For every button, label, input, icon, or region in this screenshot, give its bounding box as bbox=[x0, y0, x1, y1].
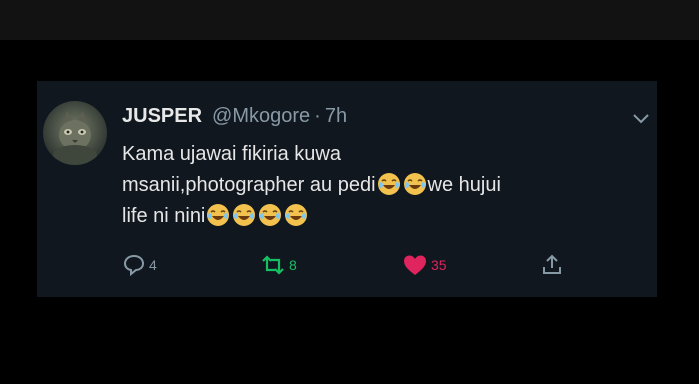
reply-count: 4 bbox=[149, 257, 157, 273]
user-handle[interactable]: @Mkogore bbox=[212, 105, 310, 128]
tweet-actions: 4 8 35 bbox=[122, 252, 562, 278]
tweet-text-line-1: Kama ujawai fikiria kuwa bbox=[122, 143, 341, 165]
laughing-emoji-icon bbox=[233, 204, 256, 226]
retweet-icon bbox=[262, 255, 284, 275]
display-name[interactable]: JUSPER bbox=[122, 105, 202, 128]
retweet-count: 8 bbox=[289, 257, 297, 273]
retweet-button[interactable]: 8 bbox=[260, 252, 297, 278]
top-bar bbox=[0, 0, 699, 40]
like-button[interactable]: 35 bbox=[402, 252, 447, 278]
tweet-card[interactable]: JUSPER @Mkogore · 7h Kama ujawai fikiria… bbox=[37, 81, 657, 297]
tweet-text-line-2-end: we hujui bbox=[427, 174, 501, 196]
chevron-down-icon[interactable] bbox=[633, 111, 649, 124]
laughing-emoji-icon bbox=[259, 204, 282, 226]
share-button[interactable] bbox=[540, 252, 564, 278]
share-icon bbox=[543, 254, 561, 274]
reply-icon bbox=[123, 254, 145, 277]
separator-dot: · bbox=[314, 105, 321, 127]
tweet-text-line-3: life ni nini bbox=[122, 201, 642, 232]
laughing-emoji-icon bbox=[403, 173, 426, 195]
laughing-emoji-icon bbox=[207, 204, 230, 226]
tweet-header: JUSPER @Mkogore · 7h bbox=[122, 105, 347, 131]
timestamp[interactable]: 7h bbox=[325, 105, 347, 128]
tweet-text: Kama ujawai fikiria kuwa msanii,photogra… bbox=[122, 139, 642, 232]
tweet-text-line-2: msanii,photographer au pedi we hujui bbox=[122, 170, 642, 201]
tweet-text-line-3-start: life ni nini bbox=[122, 205, 206, 227]
avatar-cat-image bbox=[53, 111, 97, 165]
heart-icon bbox=[404, 255, 426, 275]
like-count: 35 bbox=[431, 257, 447, 273]
laughing-emoji-icon bbox=[285, 204, 308, 226]
laughing-emoji-icon bbox=[377, 173, 400, 195]
tweet-text-line-2-start: msanii,photographer au pedi bbox=[122, 174, 376, 196]
avatar[interactable] bbox=[43, 101, 107, 165]
reply-button[interactable]: 4 bbox=[122, 252, 157, 278]
